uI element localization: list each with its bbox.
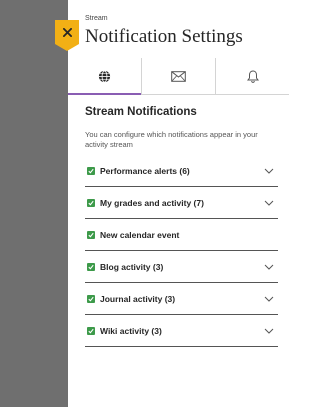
check-icon — [88, 232, 94, 238]
row-left: Wiki activity (3) — [85, 326, 162, 336]
row-left: Performance alerts (6) — [85, 166, 190, 176]
chevron-down-icon[interactable] — [264, 326, 274, 336]
bell-icon — [246, 69, 259, 83]
breadcrumb[interactable]: Stream — [85, 14, 243, 23]
check-icon — [88, 168, 94, 174]
row-label: Wiki activity (3) — [100, 325, 162, 336]
chevron-down-icon[interactable] — [264, 166, 274, 176]
close-icon — [62, 27, 72, 37]
checkbox[interactable] — [87, 230, 95, 239]
row-label: Performance alerts (6) — [100, 165, 190, 176]
globe-icon — [98, 70, 111, 82]
page-title: Notification Settings — [85, 26, 243, 47]
notification-row-my-grades[interactable]: My grades and activity (7) — [85, 187, 278, 219]
checkbox[interactable] — [87, 166, 95, 175]
checkbox[interactable] — [87, 294, 95, 303]
chevron-down-icon[interactable] — [264, 262, 274, 272]
check-icon — [88, 200, 94, 206]
checkbox[interactable] — [87, 198, 95, 207]
check-icon — [88, 264, 94, 270]
page-backdrop — [0, 0, 68, 407]
settings-panel: Stream Notification Settings Stream Noti… — [68, 0, 289, 407]
check-icon — [88, 296, 94, 302]
tab-email-notifications[interactable] — [142, 58, 215, 94]
notification-row-blog-activity[interactable]: Blog activity (3) — [85, 251, 278, 283]
row-left: Journal activity (3) — [85, 294, 175, 304]
tab-stream-notifications[interactable] — [68, 58, 141, 95]
row-left: Blog activity (3) — [85, 262, 163, 272]
row-label: Blog activity (3) — [100, 261, 164, 272]
check-icon — [88, 328, 94, 334]
notifications-content: Stream Notifications You can configure w… — [85, 106, 278, 347]
row-label: Journal activity (3) — [100, 293, 176, 304]
checkbox[interactable] — [87, 262, 95, 271]
panel-header: Stream Notification Settings — [85, 14, 243, 48]
notification-row-wiki-activity[interactable]: Wiki activity (3) — [85, 315, 278, 347]
envelope-icon — [171, 70, 186, 82]
tab-bar — [68, 58, 289, 95]
row-left: My grades and activity (7) — [85, 198, 204, 208]
notification-row-performance-alerts[interactable]: Performance alerts (6) — [85, 155, 278, 187]
row-label: New calendar event — [100, 229, 180, 240]
notification-row-journal-activity[interactable]: Journal activity (3) — [85, 283, 278, 315]
tab-push-notifications[interactable] — [216, 58, 289, 94]
chevron-down-icon[interactable] — [264, 198, 274, 208]
section-title: Stream Notifications — [85, 106, 197, 118]
notification-row-new-calendar-event[interactable]: New calendar event — [85, 219, 278, 251]
notification-settings-screen: Stream Notification Settings Stream Noti… — [0, 0, 289, 407]
checkbox[interactable] — [87, 326, 95, 335]
close-button[interactable] — [55, 20, 79, 51]
row-left: New calendar event — [85, 230, 179, 240]
chevron-down-icon[interactable] — [264, 294, 274, 304]
row-label: My grades and activity (7) — [100, 197, 204, 208]
section-description: You can configure which notifications ap… — [85, 130, 258, 149]
